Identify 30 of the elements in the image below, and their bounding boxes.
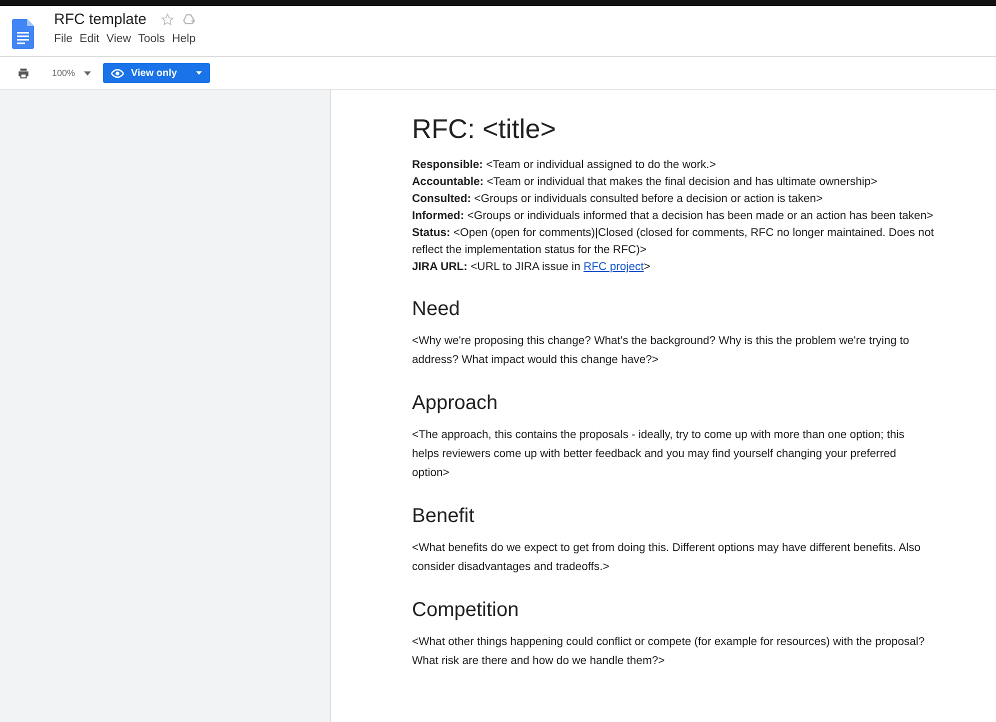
section-heading: Benefit	[412, 505, 476, 528]
view-only-button[interactable]: View only	[103, 63, 210, 83]
zoom-dropdown[interactable]: 100%	[52, 68, 92, 78]
field-line: Informed: <Groups or individuals informed that a decision has been made or an action has been taken>	[412, 209, 934, 224]
star-icon[interactable]	[160, 13, 174, 26]
caret-icon	[196, 71, 202, 75]
menu-item[interactable]: View	[106, 33, 132, 45]
field-line: JIRA URL: <URL to JIRA issue in RFC project>	[412, 260, 652, 275]
docs-logo-icon[interactable]	[12, 19, 34, 49]
section-text: <What other things happening could conflict or compete (for example for resources) with the proposal? What risk are there and how do we handle them?>	[412, 635, 926, 669]
section-text: <The approach, this contains the proposals - ideally, try to come up with more than one option; this helps reviewers come up with better feedback and you may find yourself changing your preferred option>	[412, 428, 906, 481]
field-line: Consulted: <Groups or individuals consulted before a decision or action is taken>	[412, 192, 824, 207]
menu-item[interactable]: Edit	[80, 33, 100, 45]
field-line: Responsible: <Team or individual assigned to do the work.>	[412, 158, 717, 173]
menu-item[interactable]: File	[54, 33, 73, 45]
section-text: <Why we're proposing this change? What's the background? Why is this the problem we're trying to address? What impact would this change have?>	[412, 334, 910, 368]
project-link[interactable]: RFC project	[584, 261, 644, 273]
menu-item[interactable]: Tools	[138, 33, 165, 45]
section-heading: Approach	[412, 392, 499, 415]
field-line: Status: <Open (open for comments)|Closed (closed for comments, RFC no longer maintained. Does not reflect the implementation status for the RFC)>	[412, 226, 934, 258]
field-line: Accountable: <Team or individual that makes the final decision and has ultimate ownership>	[412, 175, 878, 190]
document-heading: RFC: <title>	[412, 114, 558, 145]
menu-item[interactable]: Help	[172, 33, 196, 45]
print-icon[interactable]	[17, 66, 30, 80]
caret-icon	[84, 70, 92, 76]
section-heading: Need	[412, 298, 461, 321]
section-heading: Competition	[412, 599, 520, 622]
section-text: <What benefits do we expect to get from doing this. Different options may have different benefits. Also consider disadvantages and tradeoffs.>	[412, 541, 922, 575]
eye-icon	[111, 66, 124, 80]
document-title[interactable]: RFC template	[54, 11, 147, 28]
